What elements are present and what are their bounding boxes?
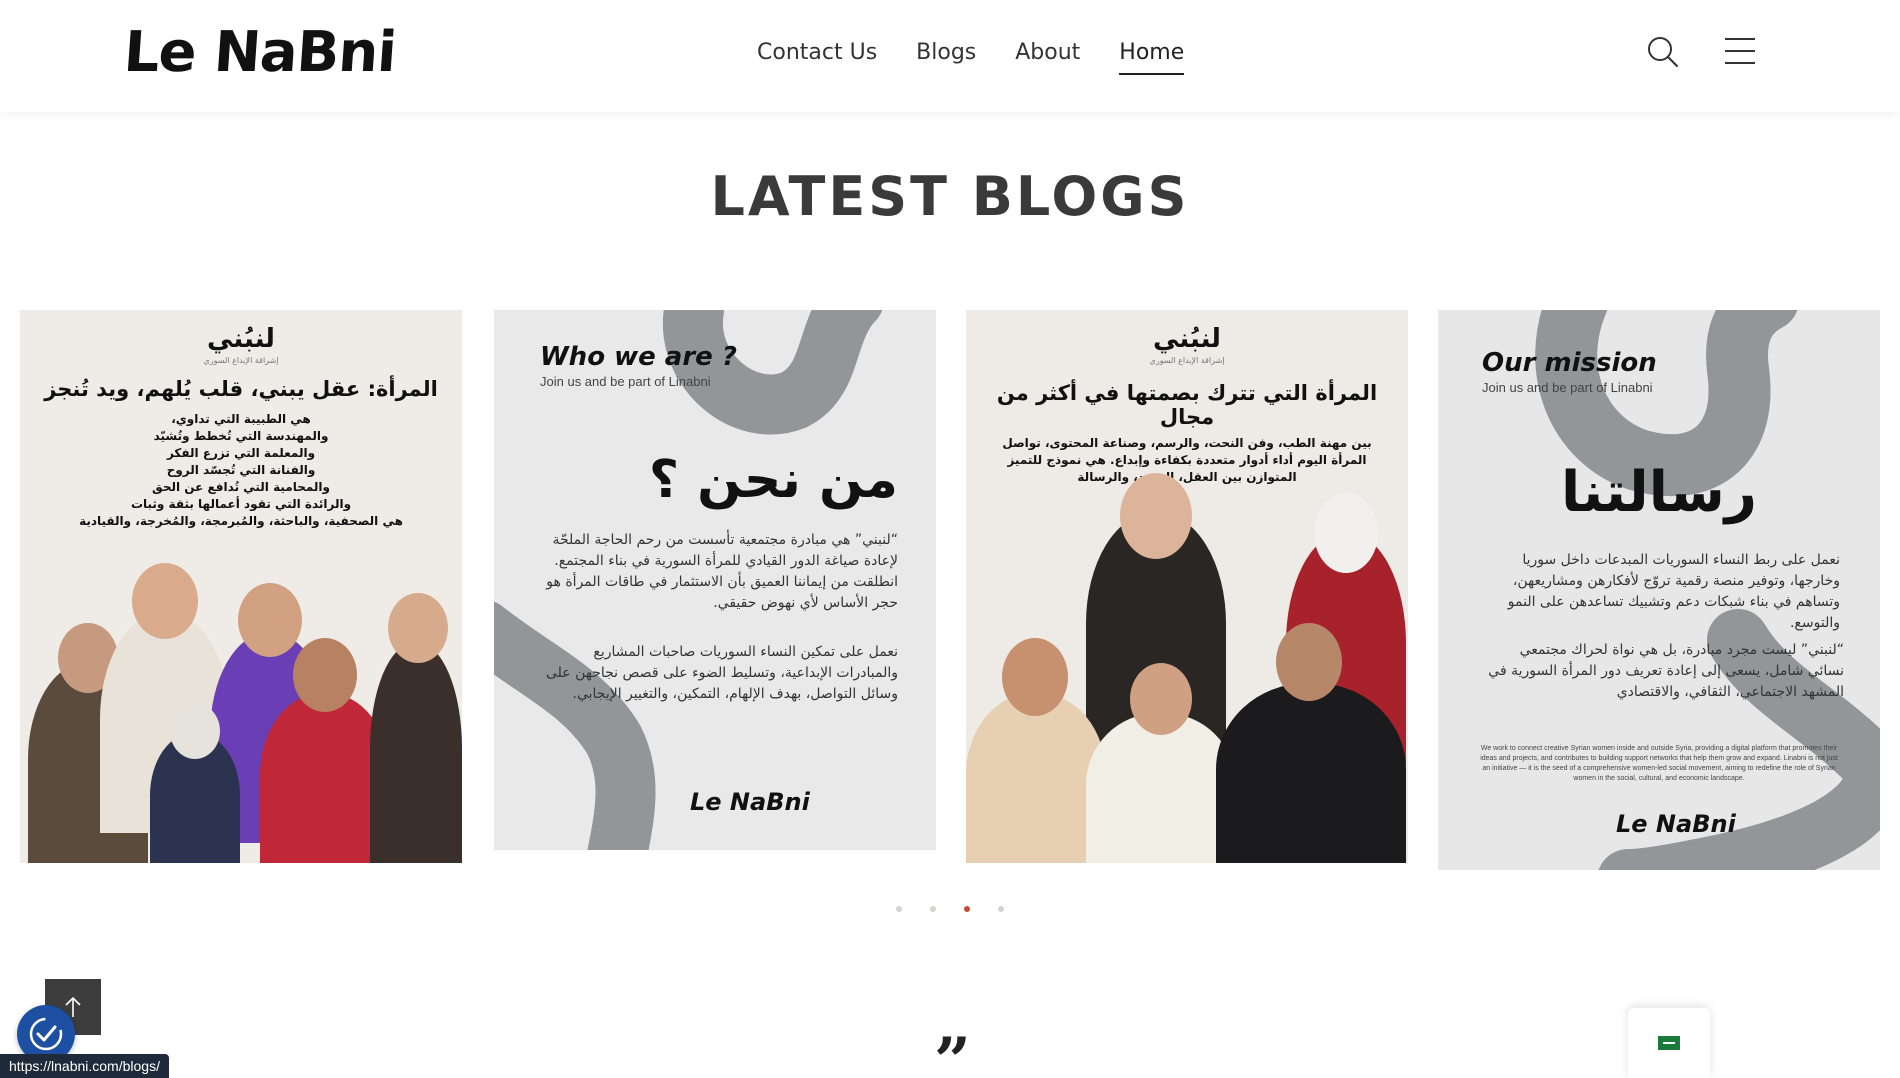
- section-title: LATEST BLOGS: [710, 165, 1190, 228]
- nav-about[interactable]: About: [1015, 40, 1080, 75]
- card-signature: Le NaBni: [1616, 810, 1736, 838]
- status-bar-url: https://lnabni.com/blogs/: [0, 1054, 169, 1078]
- carousel-dot-active[interactable]: [964, 906, 970, 912]
- main-nav: Contact Us Blogs About Home: [757, 40, 1185, 75]
- card-lines: بين مهنة الطب، وفن النحت، والرسم، وصناعة…: [1002, 436, 1372, 484]
- card-brand-sub: إشراقة الإبداع السوري: [1149, 356, 1225, 365]
- carousel-dot[interactable]: [896, 906, 902, 912]
- card-headline: المرأة التي تترك بصمتها في أكثر من مجال: [996, 381, 1378, 429]
- card-photo-collage: [966, 473, 1408, 863]
- card-en-heading: Our mission: [1482, 348, 1657, 378]
- card-lines: هي الطبيبة التي تداوي، والمهندسة التي تُ…: [79, 412, 403, 528]
- hamburger-menu-icon[interactable]: [1725, 38, 1755, 64]
- blog-card[interactable]: لنبُني إشراقة الإبداع السوري المرأة: عقل…: [20, 310, 462, 863]
- card-photo-collage: [20, 563, 462, 863]
- card-en-paragraph: We work to connect creative Syrian women…: [1480, 745, 1838, 782]
- card-en-sub: Join us and be part of Linabni: [540, 374, 711, 389]
- site-logo[interactable]: Le NaBni: [122, 20, 398, 85]
- carousel-dot[interactable]: [930, 906, 936, 912]
- card-brand: لنبُني: [207, 324, 275, 354]
- blog-card[interactable]: Our mission Join us and be part of Linab…: [1438, 310, 1880, 870]
- card-ar-heading: رسالتنا: [1560, 460, 1758, 525]
- blog-card[interactable]: Who we are ? Join us and be part of Lina…: [494, 310, 936, 850]
- card-signature: Le NaBni: [690, 788, 810, 816]
- saudi-flag-icon: [1658, 1036, 1680, 1050]
- card-ar-heading: من نحن ؟: [648, 450, 898, 510]
- nav-blogs[interactable]: Blogs: [916, 40, 976, 75]
- card-paragraph: “لنبني” ليست مجرد مبادرة، بل هي نواة لحر…: [1488, 642, 1844, 700]
- quote-icon: ”: [934, 1024, 971, 1078]
- nav-home[interactable]: Home: [1119, 40, 1185, 75]
- accessibility-check-icon: [29, 1017, 63, 1051]
- language-switcher[interactable]: [1628, 1008, 1710, 1078]
- carousel-dot[interactable]: [998, 906, 1004, 912]
- card-paragraph: “لنبني” هي مبادرة مجتمعية تأسست من رحم ا…: [546, 532, 898, 611]
- card-brand: لنبُني: [1153, 324, 1221, 354]
- nav-contact-us[interactable]: Contact Us: [757, 40, 877, 75]
- card-paragraph: نعمل على تمكين النساء السوريات صاحبات ال…: [546, 644, 898, 702]
- card-en-sub: Join us and be part of Linabni: [1482, 380, 1653, 395]
- search-icon[interactable]: [1647, 36, 1679, 68]
- card-en-heading: Who we are ?: [540, 342, 737, 372]
- card-headline: المرأة: عقل يبني، قلب يُلهم، ويد تُنجز: [44, 377, 438, 401]
- site-header: Le NaBni Contact Us Blogs About Home: [0, 0, 1900, 112]
- carousel-pagination: [0, 906, 1900, 912]
- card-paragraph: نعمل على ربط النساء السوريات المبدعات دا…: [1507, 552, 1840, 631]
- card-brand-sub: إشراقة الإبداع السوري: [203, 356, 279, 365]
- blog-card[interactable]: لنبُني إشراقة الإبداع السوري المرأة التي…: [966, 310, 1408, 863]
